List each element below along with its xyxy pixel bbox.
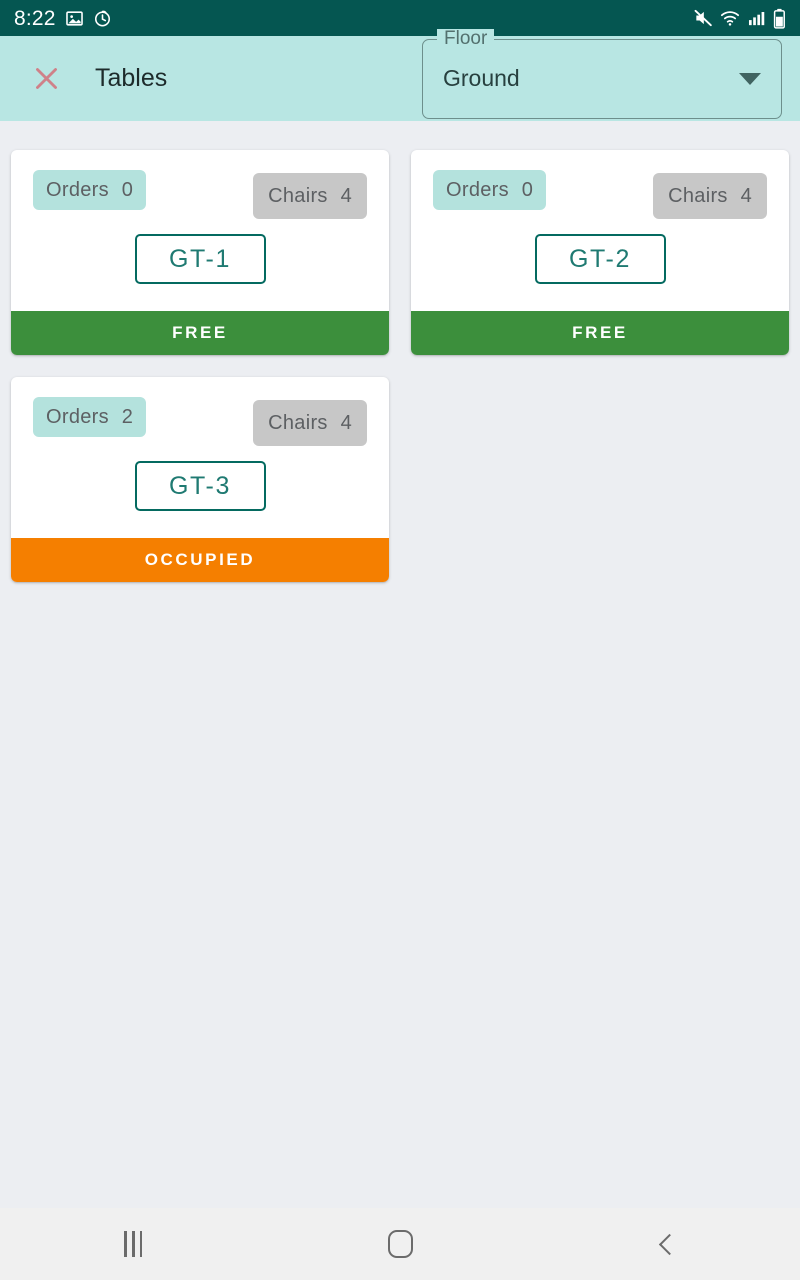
orders-count: 0 [521, 179, 534, 201]
chairs-count: 4 [340, 185, 352, 207]
mute-icon [694, 9, 712, 27]
status-badge: FREE [11, 311, 389, 355]
cellular-signal-icon [748, 11, 765, 25]
status-badge: FREE [411, 311, 789, 355]
chairs-count: 4 [340, 412, 352, 434]
nav-back-button[interactable] [533, 1208, 800, 1280]
chairs-badge: Chairs 4 [253, 173, 367, 219]
chairs-badge: Chairs 4 [653, 173, 767, 219]
orders-label: Orders [446, 179, 509, 201]
page-title: Tables [95, 64, 168, 92]
orders-label: Orders [46, 406, 109, 428]
chevron-down-icon [739, 72, 761, 85]
chairs-label: Chairs [268, 185, 328, 207]
orders-badge: Orders 0 [33, 170, 147, 210]
status-bar-right [693, 8, 786, 29]
table-code[interactable]: GT-1 [134, 234, 266, 284]
system-nav-bar [0, 1208, 800, 1280]
recents-icon [124, 1231, 143, 1257]
image-icon [65, 10, 83, 26]
close-button[interactable] [26, 59, 66, 99]
tables-content: Orders 0 Chairs 4 GT-1 FREE Orders 0 Cha… [0, 121, 800, 1208]
status-bar-clock: 8:22 [14, 6, 56, 30]
status-bar-left: 8:22 [14, 8, 112, 29]
battery-icon [773, 8, 785, 29]
orders-count: 2 [121, 406, 134, 428]
app-root: 8:22 Tables Floor Ground Orders 0 Chairs… [0, 0, 800, 1280]
table-code-wrap: GT-3 [11, 461, 389, 511]
floor-select-value: Ground [443, 65, 520, 91]
system-status-bar: 8:22 [0, 0, 800, 36]
table-code-wrap: GT-1 [11, 234, 389, 284]
nav-recents-button[interactable] [0, 1208, 267, 1280]
table-card[interactable]: Orders 0 Chairs 4 GT-1 FREE [11, 150, 389, 355]
chairs-badge: Chairs 4 [253, 400, 367, 446]
wifi-icon [720, 11, 740, 26]
floor-select-label: Floor [437, 28, 495, 48]
table-card-body: Orders 0 Chairs 4 GT-2 [411, 150, 789, 311]
chairs-count: 4 [740, 185, 752, 207]
table-card-body: Orders 2 Chairs 4 GT-3 [11, 377, 389, 538]
status-badge: OCCUPIED [11, 538, 389, 582]
table-card[interactable]: Orders 0 Chairs 4 GT-2 FREE [411, 150, 789, 355]
table-card-chips: Orders 0 Chairs 4 [433, 170, 767, 219]
floor-select[interactable]: Floor Ground [422, 28, 782, 119]
chairs-label: Chairs [668, 185, 728, 207]
table-card-chips: Orders 0 Chairs 4 [33, 170, 367, 219]
home-icon [387, 1230, 413, 1258]
orders-badge: Orders 0 [433, 170, 547, 210]
table-card[interactable]: Orders 2 Chairs 4 GT-3 OCCUPIED [11, 377, 389, 582]
tables-grid: Orders 0 Chairs 4 GT-1 FREE Orders 0 Cha… [11, 150, 789, 582]
alarm-icon [94, 10, 110, 26]
chairs-label: Chairs [268, 412, 328, 434]
app-bar: Tables Floor Ground [0, 28, 800, 121]
orders-label: Orders [46, 179, 109, 201]
table-code[interactable]: GT-3 [134, 461, 266, 511]
table-code[interactable]: GT-2 [534, 234, 666, 284]
orders-badge: Orders 2 [33, 397, 147, 437]
table-card-chips: Orders 2 Chairs 4 [33, 397, 367, 446]
nav-home-button[interactable] [267, 1208, 534, 1280]
table-card-body: Orders 0 Chairs 4 GT-1 [11, 150, 389, 311]
table-code-wrap: GT-2 [411, 234, 789, 284]
back-icon [658, 1233, 680, 1255]
close-icon [35, 68, 57, 89]
orders-count: 0 [121, 179, 134, 201]
